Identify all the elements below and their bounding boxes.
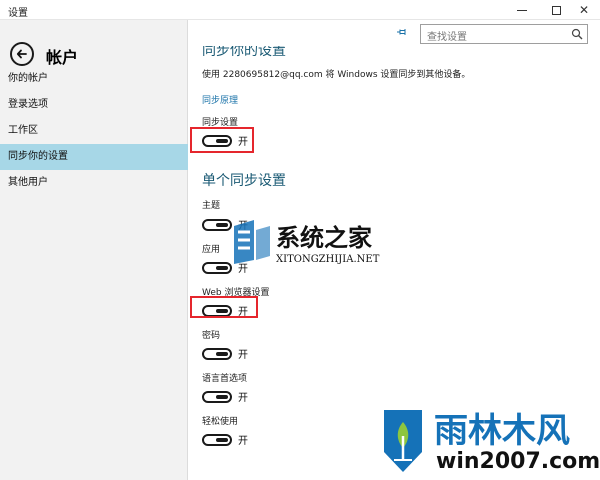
highlight-box-sync-settings [190, 127, 254, 153]
title-bar: 设置 ✕ [0, 0, 600, 20]
yulinmufeng-logo-icon [384, 410, 422, 472]
sidebar-item-sync-settings[interactable]: 同步你的设置 [0, 144, 188, 170]
apps-label: 应用 [202, 245, 221, 255]
back-arrow-icon [16, 49, 27, 59]
xitongzhijia-logo-icon [234, 220, 270, 264]
language-row: 开 [202, 389, 248, 404]
ease-of-access-toggle[interactable] [202, 433, 232, 446]
ease-of-access-label: 轻松使用 [202, 417, 239, 427]
language-toggle[interactable] [202, 390, 232, 403]
ease-of-access-row: 开 [202, 432, 248, 447]
maximize-button[interactable] [542, 0, 570, 20]
passwords-label: 密码 [202, 331, 221, 341]
passwords-row: 开 [202, 346, 248, 361]
close-button[interactable]: ✕ [570, 0, 598, 20]
search-icon[interactable] [571, 28, 583, 40]
sidebar-item-your-account[interactable]: 你的帐户 [0, 66, 188, 92]
passwords-state: 开 [238, 350, 248, 361]
yulinmufeng-watermark: 雨林木风 win2007.com [378, 400, 600, 480]
toggle-knob [216, 437, 228, 442]
ease-of-access-state: 开 [238, 436, 248, 447]
toggle-knob [216, 394, 228, 399]
passwords-toggle[interactable] [202, 347, 232, 360]
sidebar-item-other-users[interactable]: 其他用户 [0, 170, 188, 196]
window-title: 设置 [8, 8, 28, 19]
sidebar-item-work-access[interactable]: 工作区 [0, 118, 188, 144]
xitongzhijia-watermark: 系统之家 XITONGZHIJIA.NET [224, 212, 404, 272]
how-sync-works-link[interactable]: 同步原理 [202, 93, 238, 106]
section-title-sync: 同步你的设置 [202, 46, 286, 59]
theme-label: 主题 [202, 201, 221, 211]
sync-description: 使用 2280695812@qq.com 将 Windows 设置同步到其他设备… [202, 70, 471, 80]
maximize-icon [551, 5, 561, 15]
page-title: 帐户 [46, 48, 79, 67]
language-label: 语言首选项 [202, 374, 248, 384]
back-button[interactable] [10, 42, 34, 66]
search-box[interactable] [420, 24, 588, 47]
close-icon: ✕ [578, 3, 590, 17]
toggle-knob [216, 351, 228, 356]
pin-icon[interactable] [396, 26, 408, 38]
language-state: 开 [238, 393, 248, 404]
top-bar [188, 20, 600, 47]
minimize-icon [517, 9, 527, 11]
search-input[interactable] [421, 28, 561, 47]
xitongzhijia-cn-text: 系统之家 [276, 224, 372, 252]
sidebar-nav: 你的帐户 登录选项 工作区 同步你的设置 其他用户 [0, 66, 188, 196]
highlight-box-web-browser [190, 296, 258, 318]
sidebar: 帐户 你的帐户 登录选项 工作区 同步你的设置 其他用户 [0, 20, 188, 480]
section-title-individual: 单个同步设置 [202, 173, 286, 189]
minimize-button[interactable] [508, 0, 536, 20]
yulinmufeng-cn-text: 雨林木风 [434, 411, 570, 451]
xitongzhijia-en-text: XITONGZHIJIA.NET [276, 254, 380, 265]
yulinmufeng-en-text: win2007.com [436, 449, 600, 474]
sidebar-item-sign-in-options[interactable]: 登录选项 [0, 92, 188, 118]
